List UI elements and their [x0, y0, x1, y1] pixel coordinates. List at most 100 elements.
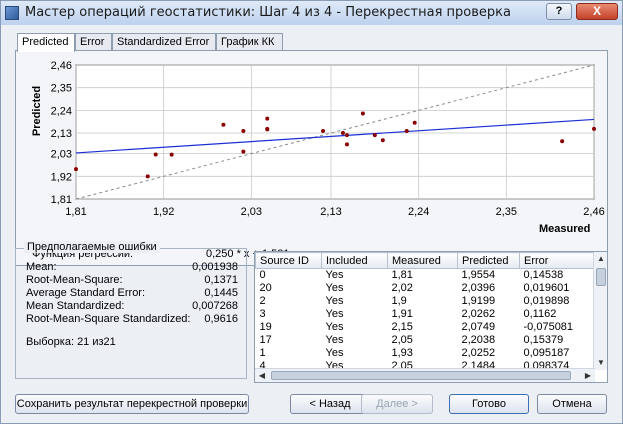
x-tick-label: 2,13: [320, 206, 341, 218]
data-point[interactable]: [592, 126, 596, 131]
back-button[interactable]: < Назад: [290, 394, 370, 414]
column-header-predicted[interactable]: Predicted: [457, 252, 520, 269]
tab-qq-plot[interactable]: График КК: [216, 33, 283, 51]
data-point[interactable]: [265, 116, 270, 121]
error-label: Average Standard Error:: [26, 287, 146, 299]
cell-source-id: 2: [259, 295, 266, 307]
data-point[interactable]: [360, 111, 365, 116]
scroll-left-arrow-icon[interactable]: ◀: [256, 370, 268, 382]
x-tick-label: 1,81: [65, 206, 86, 218]
estimated-errors-group: Предполагаемые ошибки Mean: 0,001938 Roo…: [15, 241, 247, 379]
error-row-rms-std: Root-Mean-Square Standardized: 0,9616: [26, 313, 238, 325]
close-button[interactable]: X: [576, 3, 618, 20]
x-axis-title: Measured: [539, 223, 590, 235]
horizontal-scroll-thumb[interactable]: [271, 371, 571, 380]
cell-predicted: 2,2038: [461, 334, 496, 346]
data-point[interactable]: [412, 120, 417, 125]
error-row-mean-std: Mean Standardized: 0,007268: [26, 300, 238, 312]
column-header-measured[interactable]: Measured: [387, 252, 458, 269]
table-row[interactable]: 19 Yes 2,15 2,0749 -0,075081: [256, 321, 596, 334]
tab-predicted[interactable]: Predicted: [17, 33, 75, 52]
scroll-up-arrow-icon[interactable]: ▲: [595, 253, 607, 265]
data-point[interactable]: [344, 142, 349, 147]
data-point[interactable]: [372, 133, 377, 138]
data-point[interactable]: [344, 133, 349, 138]
table-row[interactable]: 17 Yes 2,05 2,2038 0,15379: [256, 334, 596, 347]
x-tick-label: 2,46: [583, 206, 604, 218]
finish-button[interactable]: Готово: [449, 394, 529, 414]
cell-error: -0,075081: [523, 321, 574, 333]
table-row[interactable]: 20 Yes 2,02 2,0396 0,019601: [256, 282, 596, 295]
y-tick-label: 2,35: [51, 83, 72, 95]
errors-group-title: Предполагаемые ошибки: [24, 241, 160, 253]
help-button[interactable]: ?: [546, 3, 572, 20]
column-header-included[interactable]: Included: [321, 252, 388, 269]
data-point[interactable]: [560, 139, 565, 144]
wizard-content: Predicted Error Standardized Error Графи…: [1, 25, 622, 423]
column-header-error[interactable]: Error: [519, 252, 596, 269]
error-label: Root-Mean-Square Standardized:: [26, 313, 191, 325]
error-value: 0,1445: [204, 287, 238, 299]
table-row[interactable]: 3 Yes 1,91 2,0262 0,1162: [256, 308, 596, 321]
sample-count: Выборка: 21 из21: [26, 336, 116, 348]
cell-predicted: 2,0262: [461, 308, 496, 320]
data-point[interactable]: [241, 128, 246, 133]
wizard-window: Мастер операций геостатистики: Шаг 4 из …: [0, 0, 623, 424]
data-point[interactable]: [169, 152, 174, 157]
cell-measured: 1,9: [391, 295, 407, 307]
error-value: 0,9616: [204, 313, 238, 325]
cell-included: Yes: [325, 269, 344, 281]
scroll-down-arrow-icon[interactable]: ▼: [595, 357, 607, 369]
cell-error: 0,1162: [523, 308, 557, 320]
data-point[interactable]: [145, 174, 150, 179]
y-tick-label: 2,46: [51, 60, 72, 72]
data-point[interactable]: [380, 138, 385, 143]
tab-error[interactable]: Error: [75, 33, 112, 51]
table-row[interactable]: 2 Yes 1,9 1,9199 0,019898: [256, 295, 596, 308]
title-bar[interactable]: Мастер операций геостатистики: Шаг 4 из …: [1, 1, 622, 25]
x-tick-labels: 1,81 1,92 2,03 2,13 2,24 2,35 2,46: [65, 206, 604, 218]
cross-validation-table[interactable]: Source ID Included Measured Predicted Er…: [254, 251, 608, 383]
cell-included: Yes: [325, 308, 344, 320]
y-tick-label: 2,13: [51, 128, 72, 140]
cell-error: 0,15379: [523, 334, 564, 346]
data-point[interactable]: [265, 127, 270, 132]
table-vertical-scrollbar[interactable]: ▲ ▼: [593, 252, 607, 370]
table-horizontal-scrollbar[interactable]: ◀ ▶: [255, 368, 595, 382]
cell-source-id: 1: [259, 347, 266, 359]
cell-error: 0,14538: [523, 269, 564, 281]
cell-source-id: 0: [259, 269, 266, 281]
cell-error: 0,095187: [523, 347, 570, 359]
error-label: Mean Standardized:: [26, 300, 125, 312]
data-point[interactable]: [321, 128, 326, 133]
tab-standardized-error[interactable]: Standardized Error: [112, 33, 216, 51]
error-row-avg-std: Average Standard Error: 0,1445: [26, 287, 238, 299]
column-header-source-id[interactable]: Source ID: [255, 252, 322, 269]
cancel-button[interactable]: Отмена: [537, 394, 607, 414]
window-title: Мастер операций геостатистики: Шаг 4 из …: [25, 5, 511, 20]
data-point[interactable]: [241, 149, 246, 154]
data-point[interactable]: [340, 131, 345, 136]
save-results-button[interactable]: Сохранить результат перекрестной проверк…: [15, 394, 249, 414]
data-point[interactable]: [404, 128, 409, 133]
cell-predicted: 1,9554: [461, 269, 496, 281]
scroll-right-arrow-icon[interactable]: ▶: [582, 370, 594, 382]
table-row[interactable]: 1 Yes 1,93 2,0252 0,095187: [256, 347, 596, 360]
data-point[interactable]: [221, 122, 226, 127]
y-tick-label: 1,92: [51, 171, 72, 183]
next-button[interactable]: Далее >: [361, 394, 433, 414]
data-point[interactable]: [74, 167, 78, 172]
table-row[interactable]: 0 Yes 1,81 1,9554 0,14538: [256, 269, 596, 283]
tab-panel-predicted: 1,81 1,92 2,03 2,13 2,24 2,35 2,46 2,46 2,35 2,2…: [15, 50, 608, 266]
cell-error: 0,019898: [523, 295, 570, 307]
error-value: 0,007268: [192, 300, 238, 312]
cell-predicted: 1,9199: [461, 295, 496, 307]
vertical-scroll-thumb[interactable]: [596, 268, 606, 286]
cell-source-id: 19: [259, 321, 272, 333]
cell-measured: 2,05: [391, 334, 413, 346]
cell-included: Yes: [325, 321, 344, 333]
error-row-mean: Mean: 0,001938: [26, 261, 238, 273]
data-point[interactable]: [153, 152, 158, 157]
cell-included: Yes: [325, 334, 344, 346]
y-tick-label: 2,24: [51, 105, 72, 117]
